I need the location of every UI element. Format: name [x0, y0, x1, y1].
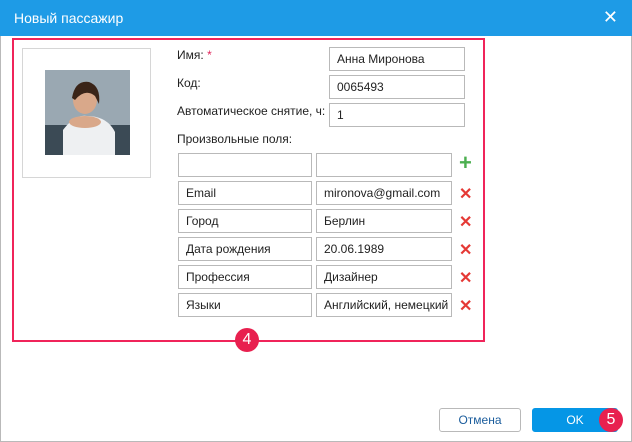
remove-icon[interactable]: ✕ [459, 296, 472, 316]
photo-box[interactable] [22, 48, 151, 178]
auto-label: Автоматическое снятие, ч: [177, 104, 326, 118]
remove-icon[interactable]: ✕ [459, 240, 472, 260]
auto-input[interactable]: 1 [329, 103, 465, 127]
remove-icon[interactable]: ✕ [459, 212, 472, 232]
add-icon[interactable]: + [459, 150, 472, 176]
field-value-input[interactable]: 20.06.1989 [316, 237, 452, 261]
field-value-input[interactable]: Английский, немецкий [316, 293, 452, 317]
title-bar: Новый пассажир ✕ [0, 0, 632, 36]
remove-icon[interactable]: ✕ [459, 184, 472, 204]
code-input[interactable]: 0065493 [329, 75, 465, 99]
dialog-title: Новый пассажир [14, 10, 124, 26]
field-value-input[interactable]: mironova@gmail.com [316, 181, 452, 205]
step-badge-5: 5 [599, 408, 623, 432]
passenger-photo [45, 70, 130, 155]
field-key-input[interactable]: Дата рождения [178, 237, 312, 261]
code-label: Код: [177, 76, 201, 90]
field-key-input[interactable]: Email [178, 181, 312, 205]
field-value-input[interactable]: Берлин [316, 209, 452, 233]
step-badge-4: 4 [235, 328, 259, 352]
field-key-input[interactable]: Профессия [178, 265, 312, 289]
field-value-input[interactable]: Дизайнер [316, 265, 452, 289]
name-input[interactable]: Анна Миронова [329, 47, 465, 71]
field-key-input[interactable]: Языки [178, 293, 312, 317]
new-field-key-input[interactable] [178, 153, 312, 177]
new-field-value-input[interactable] [316, 153, 452, 177]
cancel-button[interactable]: Отмена [439, 408, 521, 432]
close-icon[interactable]: ✕ [603, 7, 618, 28]
name-label: Имя: * [177, 48, 212, 62]
remove-icon[interactable]: ✕ [459, 268, 472, 288]
custom-fields-label: Произвольные поля: [177, 132, 293, 146]
field-key-input[interactable]: Город [178, 209, 312, 233]
